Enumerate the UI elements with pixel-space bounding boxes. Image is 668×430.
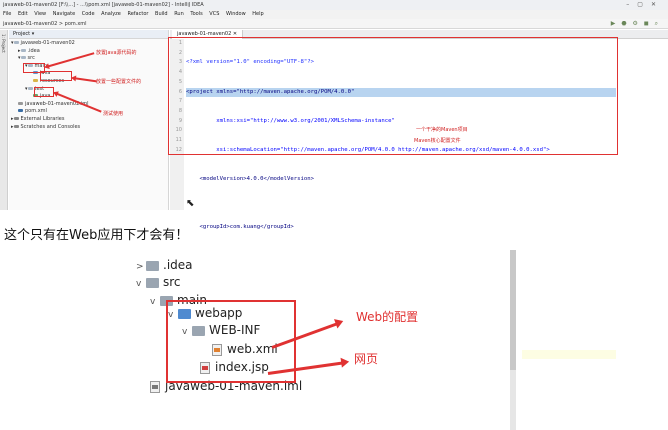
library-icon	[13, 116, 19, 120]
annotation-java-note: 放置Java源代码的	[96, 50, 137, 56]
tree-item-project-root[interactable]: ▾ javaweb-01-maven02	[9, 40, 168, 48]
menu-bar: File Edit View Navigate Code Analyze Ref…	[0, 10, 668, 19]
menu-run[interactable]: Run	[174, 11, 184, 17]
tree-item-scratches[interactable]: ▸ Scratches and Consoles	[9, 124, 168, 132]
left-tool-strip: 1: Project	[0, 30, 8, 210]
folder-icon	[146, 277, 159, 288]
resources-folder-icon	[33, 78, 38, 82]
menu-view[interactable]: View	[34, 11, 46, 17]
folder-icon	[146, 260, 159, 271]
ide-window: javaweb-01-maven02 [F:\\...] - ...\\pom.…	[0, 0, 668, 360]
folder-icon	[20, 56, 26, 60]
screenshot-root: javaweb-01-maven02 [F:\\...] - ...\\pom.…	[0, 0, 668, 430]
menu-code[interactable]: Code	[82, 11, 95, 17]
annotation-test-note: 测试使用	[103, 111, 124, 117]
folder-icon	[13, 41, 19, 44]
folder-icon	[27, 86, 33, 90]
navigation-bar: javaweb-01-maven02 > pom.xml	[0, 19, 668, 29]
code-line: <modelVersion>4.0.0</modelVersion>	[186, 175, 314, 182]
menu-navigate[interactable]: Navigate	[53, 11, 75, 17]
tree2-item-src[interactable]: v src	[136, 274, 181, 290]
annotation-jsp-note: 网页	[354, 352, 379, 366]
project-panel-title[interactable]: Project	[13, 31, 30, 37]
menu-edit[interactable]: Edit	[18, 11, 28, 17]
tree-item-pom[interactable]: pom.xml	[9, 108, 168, 116]
menu-analyze[interactable]: Analyze	[101, 11, 121, 17]
tree-item-src[interactable]: ▾ src	[9, 55, 168, 63]
menu-window[interactable]: Window	[226, 11, 246, 17]
annotation-resources-note: 放置一些配置文件的	[96, 79, 142, 85]
iml-file-icon	[150, 380, 160, 393]
annotation-pom-note-1: 一个干净的Maven项目	[416, 127, 468, 133]
tree2-item-idea[interactable]: > .idea	[136, 257, 193, 273]
caption-text: 这个只有在Web应用下才会有！	[4, 228, 189, 243]
menu-help[interactable]: Help	[252, 11, 263, 17]
menu-tools[interactable]: Tools	[190, 11, 202, 17]
maven-file-icon	[18, 109, 23, 113]
project-tool-tab[interactable]: 1: Project	[1, 34, 6, 53]
annotation-pom-note-2: Maven核心配置文件	[414, 138, 461, 144]
menu-vcs[interactable]: VCS	[209, 11, 219, 17]
tree-item-test[interactable]: ▾ test	[9, 86, 168, 94]
code-line: <groupId>com.kuang</groupId>	[186, 224, 294, 231]
window-controls[interactable]: –▢✕	[626, 0, 664, 10]
annotation-box-resources	[40, 71, 72, 81]
menu-refactor[interactable]: Refactor	[127, 11, 148, 17]
menu-file[interactable]: File	[3, 11, 11, 17]
annotation-webxml-note: Web的配置	[356, 310, 419, 324]
run-toolbar[interactable]: ▶ ⬣ ⚙ ◼ ⌕	[611, 20, 660, 28]
mouse-cursor-icon: ⬉	[186, 198, 195, 209]
project-panel: Project ▾ ▾ javaweb-01-maven02 ▸ .idea ▾ sr…	[9, 30, 169, 210]
tree-item-external-libraries[interactable]: ▸ External Libraries	[9, 116, 168, 124]
scrollbar-thumb[interactable]	[510, 250, 516, 370]
window-title-bar: javaweb-01-maven02 [F:\\...] - ...\\pom.…	[0, 0, 668, 10]
annotation-box-pom	[168, 37, 618, 155]
folder-icon	[20, 48, 26, 52]
tree-item-test-java[interactable]: java	[9, 93, 168, 101]
window-title: javaweb-01-maven02 [F:\\...] - ...\\pom.…	[3, 2, 204, 8]
project-panel-header: Project ▾	[9, 30, 168, 39]
scratch-icon	[13, 124, 19, 128]
iml-file-icon	[18, 101, 23, 105]
breadcrumb[interactable]: javaweb-01-maven02 > pom.xml	[3, 21, 87, 27]
menu-build[interactable]: Build	[155, 11, 168, 17]
annotation-box-test	[34, 87, 54, 97]
